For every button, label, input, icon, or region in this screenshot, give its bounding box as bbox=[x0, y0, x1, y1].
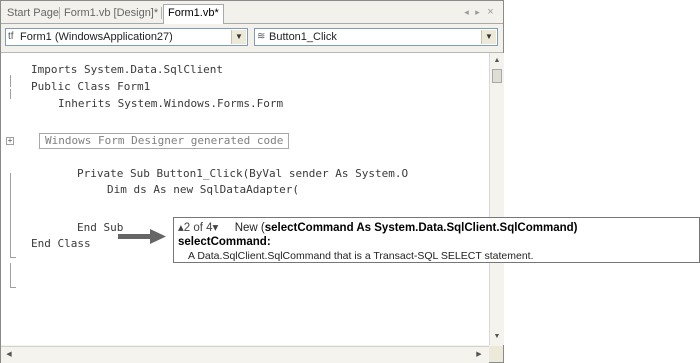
class-name-value: Form1 (WindowsApplication27) bbox=[20, 31, 173, 43]
tab-form1-code[interactable]: Form1.vb* bbox=[163, 4, 224, 24]
scrollbar-corner bbox=[489, 346, 503, 362]
tab-start-page[interactable]: Start Page bbox=[7, 5, 59, 21]
tab-separator bbox=[59, 7, 60, 19]
class-icon: tf bbox=[8, 31, 14, 42]
parameter-info-tooltip: ▴2 of 4▾ New (selectCommand As System.Da… bbox=[173, 217, 700, 263]
code-line-end-sub: End Sub bbox=[77, 221, 124, 234]
outline-guide bbox=[10, 257, 16, 258]
parameter-name: selectCommand: bbox=[178, 236, 271, 248]
tooltip-signature-line: ▴2 of 4▾ New (selectCommand As System.Da… bbox=[178, 221, 577, 235]
method-name-value: Button1_Click bbox=[269, 31, 337, 43]
current-parameter-signature: selectCommand As System.Data.SqlClient.S… bbox=[264, 222, 578, 234]
expand-region-icon[interactable]: + bbox=[6, 137, 14, 145]
method-name-dropdown[interactable]: ≋ Button1_Click ▼ bbox=[254, 28, 498, 46]
overload-navigator[interactable]: ▴2 of 4▾ bbox=[178, 222, 218, 234]
code-editor-window: Start Page Form1.vb [Design]* Form1.vb* … bbox=[0, 0, 504, 363]
tab-form1-design[interactable]: Form1.vb [Design]* bbox=[64, 5, 158, 21]
tab-separator bbox=[161, 7, 162, 19]
chevron-down-icon[interactable]: ▼ bbox=[231, 30, 246, 44]
code-editor[interactable]: + Imports System.Data.SqlClient Public C… bbox=[1, 53, 489, 345]
code-line-class-decl: Public Class Form1 bbox=[31, 80, 151, 93]
outline-guide bbox=[10, 173, 11, 257]
outlining-margin: + bbox=[1, 53, 19, 345]
code-line-dim: Dim ds As new SqlDataAdapter( bbox=[107, 183, 300, 196]
method-icon: ≋ bbox=[257, 31, 266, 42]
parameter-description: A Data.SqlClient.SqlCommand that is a Tr… bbox=[188, 250, 534, 262]
code-line-end-class: End Class bbox=[31, 237, 91, 250]
outline-guide bbox=[10, 89, 11, 99]
code-line-inherits: Inherits System.Windows.Forms.Form bbox=[58, 97, 284, 110]
scroll-tabs-left-icon[interactable]: ◂ bbox=[461, 6, 472, 18]
outline-guide bbox=[10, 75, 11, 87]
code-line-imports: Imports System.Data.SqlClient bbox=[31, 63, 224, 76]
scroll-right-icon[interactable]: ▶ bbox=[473, 349, 485, 361]
constructor-prefix: New ( bbox=[234, 222, 265, 234]
horizontal-scrollbar[interactable]: ◀ ▶ bbox=[1, 346, 489, 363]
chevron-down-icon[interactable]: ▼ bbox=[481, 30, 496, 44]
scroll-up-icon[interactable]: ▲ bbox=[491, 55, 503, 67]
document-tab-strip: Start Page Form1.vb [Design]* Form1.vb* … bbox=[1, 1, 503, 24]
scroll-tabs-right-icon[interactable]: ▸ bbox=[472, 6, 483, 18]
scroll-down-icon[interactable]: ▼ bbox=[491, 331, 503, 343]
class-name-dropdown[interactable]: tf Form1 (WindowsApplication27) ▼ bbox=[5, 28, 248, 46]
vertical-scroll-thumb[interactable] bbox=[492, 69, 502, 83]
collapsed-region[interactable]: Windows Form Designer generated code bbox=[39, 133, 290, 149]
vertical-scrollbar[interactable]: ▲ ▼ bbox=[489, 53, 504, 345]
close-icon[interactable]: × bbox=[485, 6, 496, 18]
callout-arrow-icon bbox=[118, 229, 166, 244]
scroll-left-icon[interactable]: ◀ bbox=[3, 349, 15, 361]
outline-guide bbox=[10, 287, 16, 288]
code-line-sub-decl: Private Sub Button1_Click(ByVal sender A… bbox=[77, 167, 409, 180]
navigation-bar: tf Form1 (WindowsApplication27) ▼ ≋ Butt… bbox=[1, 24, 503, 53]
outline-guide bbox=[10, 263, 11, 287]
